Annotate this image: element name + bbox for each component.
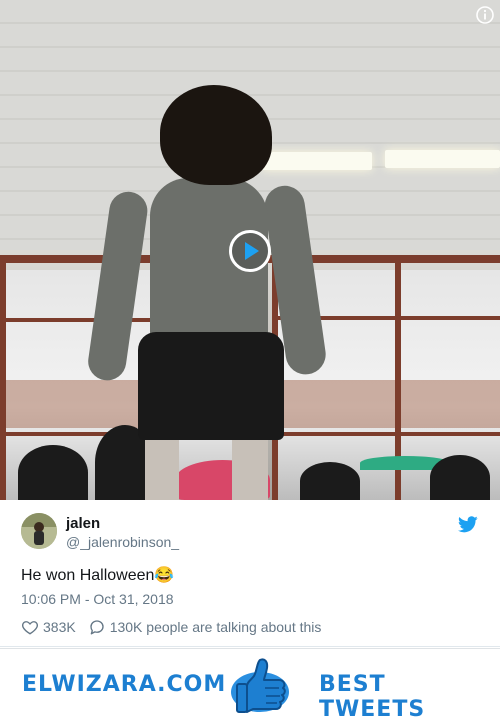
video-frame-dancer (232, 430, 268, 500)
video-frame-dancer (138, 332, 284, 440)
brand-link[interactable]: ELWIZARA.COM (22, 672, 226, 697)
display-name[interactable]: jalen (66, 515, 100, 532)
best-tweets-label: BEST TWEETS (319, 672, 426, 722)
like-count[interactable]: 383K (43, 619, 76, 635)
user-handle[interactable]: @_jalenrobinson_ (66, 534, 179, 550)
video-frame-crowd (300, 462, 360, 500)
comment-bubble-icon[interactable] (88, 618, 106, 636)
video-frame-dancer (145, 430, 179, 500)
video-frame-frame (0, 262, 6, 500)
video-frame-light (262, 152, 372, 170)
video-frame-crowd (430, 455, 490, 500)
play-icon[interactable] (229, 230, 271, 272)
video-frame-dancer (160, 85, 272, 185)
video-player[interactable] (0, 0, 500, 500)
video-frame-light (385, 150, 500, 168)
heart-icon[interactable] (21, 618, 39, 636)
info-icon[interactable] (476, 6, 494, 24)
avatar[interactable] (21, 513, 57, 549)
tweet-stats: 383K 130K people are talking about this (21, 617, 321, 637)
tweet-timestamp[interactable]: 10:06 PM - Oct 31, 2018 (21, 591, 174, 607)
thumbs-up-icon (229, 652, 291, 716)
twitter-bird-icon[interactable] (457, 516, 478, 533)
tweet-text: He won Halloween😂 (21, 567, 175, 584)
talking-count[interactable]: 130K people are talking about this (110, 619, 322, 635)
video-frame-crowd (18, 445, 88, 500)
